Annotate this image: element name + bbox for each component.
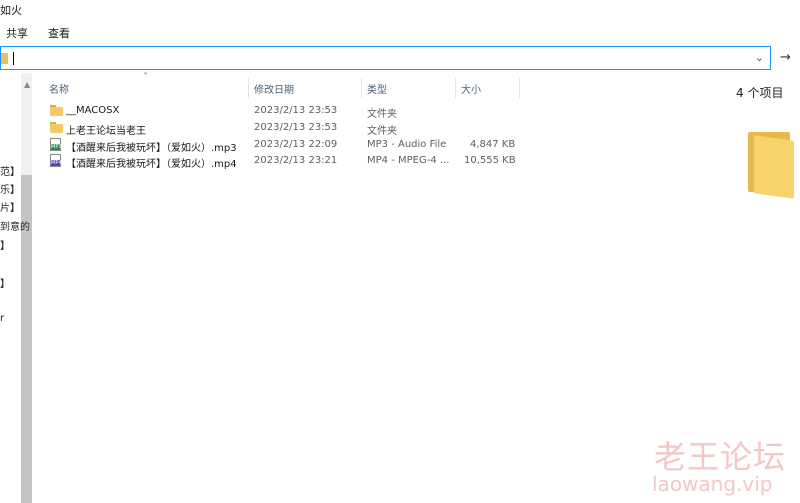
file-size: 4,847 KB [470,139,516,150]
folder-icon [50,122,63,133]
window-title: 如火 [0,4,22,17]
nav-item[interactable]: 】 [0,237,10,252]
file-name: __MACOSX [66,105,120,116]
file-modified: 2023/2/13 23:53 [254,105,338,116]
file-modified: 2023/2/13 23:53 [254,122,338,133]
column-header-type[interactable]: 类型 [367,81,387,96]
file-name: 上老王论坛当老王 [66,126,146,137]
column-divider[interactable] [455,78,456,98]
address-bar[interactable]: ⌄ [0,46,771,70]
mp4-badge: MP4 [51,160,62,166]
scroll-up-icon[interactable]: ▲ [24,80,30,89]
nav-item[interactable]: 片】 [0,199,20,214]
arrow-right-icon[interactable]: → [780,50,791,65]
column-header-size[interactable]: 大小 [461,81,481,96]
column-divider[interactable] [519,78,520,98]
file-modified: 2023/2/13 22:09 [254,139,338,150]
sort-ascending-icon: ˄ [143,72,148,83]
file-type: 文件夹 [367,126,397,137]
folder-icon [50,105,63,116]
nav-item[interactable]: 范】 [0,163,20,178]
file-modified: 2023/2/13 23:21 [254,155,338,166]
file-row[interactable]: __MACOSX 2023/2/13 23:53 文件夹 [46,103,522,120]
nav-item[interactable]: 乐】 [0,181,20,196]
column-divider[interactable] [361,78,362,98]
nav-item[interactable]: 】 [0,275,10,290]
column-divider[interactable] [248,78,249,98]
item-count: 4 个项目 [736,86,784,100]
file-type: MP3 - Audio File [367,139,447,150]
nav-item[interactable]: r [0,313,4,324]
file-row[interactable]: 上老王论坛当老王 2023/2/13 23:53 文件夹 [46,120,522,137]
tab-view[interactable]: 查看 [48,25,70,41]
file-name: 【酒醒来后我被玩坏】（爱如火）.mp4 [66,159,237,170]
folder-icon [1,53,8,64]
file-size: 10,555 KB [464,155,516,166]
file-row[interactable]: MP3 【酒醒来后我被玩坏】（爱如火）.mp3 2023/2/13 22:09 … [46,137,522,154]
file-name: 【酒醒来后我被玩坏】（爱如火）.mp3 [66,143,237,154]
column-header-name[interactable]: 名称 [49,81,69,96]
mp3-file-icon: MP3 [50,138,62,151]
file-row[interactable]: MP4 【酒醒来后我被玩坏】（爱如火）.mp4 2023/2/13 23:21 … [46,153,522,170]
mp3-badge: MP3 [51,144,62,150]
column-header-modified[interactable]: 修改日期 [254,81,294,96]
nav-item[interactable]: 到意的 [0,218,30,233]
tab-share[interactable]: 共享 [6,25,28,41]
file-type: 文件夹 [367,109,397,120]
chevron-down-icon[interactable]: ⌄ [755,51,764,64]
mp4-file-icon: MP4 [50,154,62,167]
folder-preview-icon [748,126,796,199]
file-type: MP4 - MPEG-4 ... [367,155,450,166]
watermark-url: laowang.vip [652,472,773,496]
text-caret [13,52,14,65]
